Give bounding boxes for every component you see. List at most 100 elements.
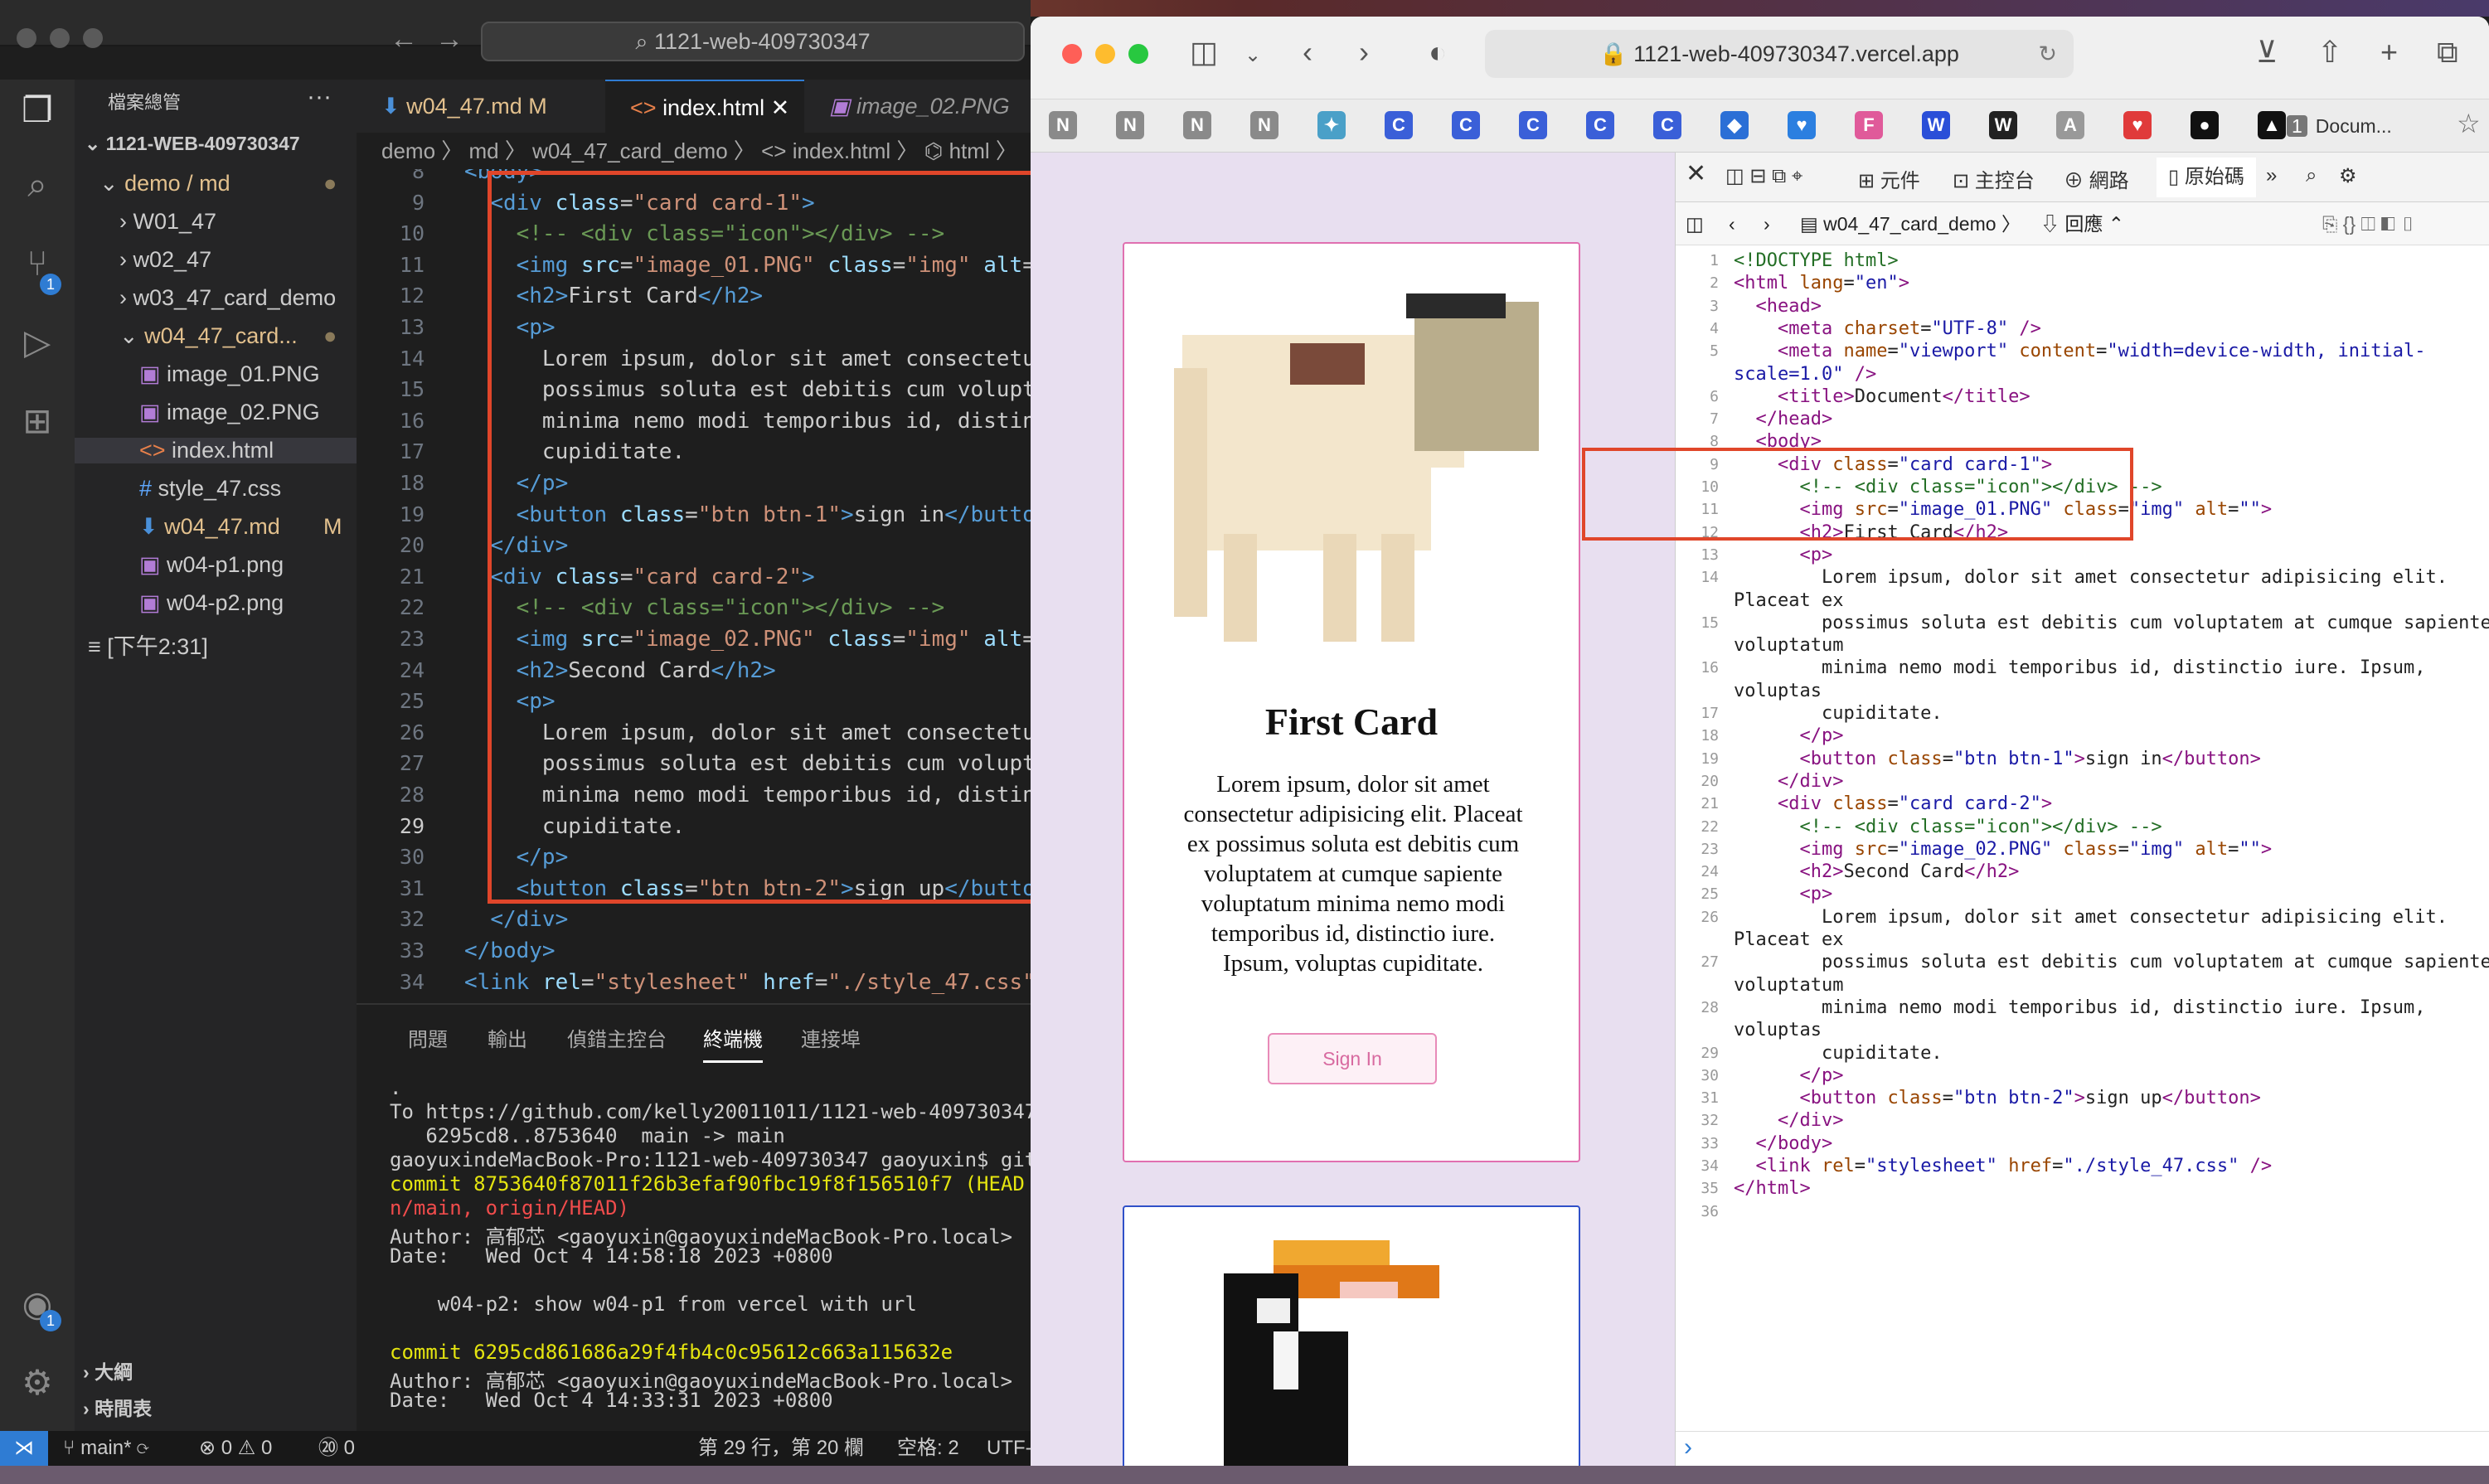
favorite-bookmark-icon[interactable]: N	[1116, 111, 1144, 139]
tab-elements[interactable]: ⊞ 元件	[1858, 164, 1920, 193]
minimize-window-button[interactable]	[50, 28, 70, 48]
favorite-bookmark-icon[interactable]: C	[1452, 111, 1480, 139]
zoom-window-button[interactable]	[1128, 44, 1148, 64]
timeline-section[interactable]: › 時間表	[83, 1393, 152, 1421]
settings-gear-icon[interactable]: ⚙	[2339, 164, 2357, 188]
favorite-bookmark-icon[interactable]: ◆	[1720, 111, 1749, 139]
source-line[interactable]: Placeat ex	[1734, 590, 1843, 611]
source-line[interactable]: voluptatum	[1734, 975, 1843, 996]
sidebar-icon[interactable]: ◫	[1190, 35, 1218, 70]
share-icon[interactable]: ⇧	[2317, 35, 2342, 70]
close-window-button[interactable]	[17, 28, 36, 48]
tab-ports[interactable]: 連接埠	[801, 1023, 861, 1052]
source-line[interactable]: voluptas	[1734, 1020, 1822, 1040]
source-line[interactable]: <button class="btn btn-2">sign up</butto…	[1734, 1088, 2260, 1108]
breadcrumb[interactable]: demo 〉 md 〉 w04_47_card_demo 〉 <> index.…	[381, 133, 1017, 169]
reload-icon[interactable]: ↻	[2038, 30, 2057, 78]
favorite-bookmark-icon[interactable]: C	[1519, 111, 1547, 139]
tab-debug-console[interactable]: 偵錯主控台	[567, 1023, 667, 1052]
close-inspector-icon[interactable]: ✕	[1686, 159, 1706, 188]
workspace-root[interactable]: ⌄ 1121-WEB-409730347	[85, 133, 300, 155]
source-line[interactable]: <head>	[1734, 296, 1822, 317]
settings-gear-icon[interactable]: ⚙	[15, 1360, 60, 1405]
source-line[interactable]: Lorem ipsum, dolor sit amet consectetur …	[1734, 907, 2448, 928]
source-line[interactable]: cupiditate.	[1734, 1043, 1943, 1064]
close-tab-icon[interactable]: ✕	[771, 95, 790, 120]
favorite-bookmark-icon[interactable]: N	[1049, 111, 1077, 139]
sidebar-item[interactable]: ▣ image_02.PNG	[139, 400, 320, 425]
source-line[interactable]: Lorem ipsum, dolor sit amet consectetur …	[1734, 567, 2448, 588]
source-line[interactable]: <!-- <div class="icon"></div> -->	[1734, 817, 2162, 837]
search-icon[interactable]: ⌕	[15, 162, 60, 207]
source-line[interactable]: </html>	[1734, 1178, 1811, 1199]
source-breadcrumb[interactable]: ▤ w04_47_card_demo 〉	[1800, 202, 2021, 245]
source-line[interactable]: <title>Document</title>	[1734, 386, 2030, 407]
favorite-bookmark-icon[interactable]: ✦	[1317, 111, 1346, 139]
back-arrow-icon[interactable]: ←	[390, 23, 418, 56]
favorite-bookmark-icon[interactable]: ▲	[2258, 111, 2286, 139]
sidebar-item[interactable]: <> index.html	[75, 438, 357, 463]
source-line[interactable]: Placeat ex	[1734, 929, 1843, 950]
sidebar-item[interactable]: › w03_47_card_demo	[119, 285, 336, 311]
outline-section[interactable]: › 大綱	[83, 1356, 133, 1385]
favorite-bookmark-icon[interactable]: ♥	[1788, 111, 1816, 139]
indentation-status[interactable]: 空格: 2	[897, 1431, 959, 1466]
dock-icons[interactable]: ◫ ⊟ ⧉ ⌖	[1725, 164, 1802, 188]
forward-arrow-icon[interactable]: ›	[1764, 202, 1770, 245]
source-line[interactable]: </p>	[1734, 1065, 1843, 1086]
source-line[interactable]: <meta name="viewport" content="width=dev…	[1734, 341, 2426, 361]
source-line[interactable]: minima nemo modi temporibus id, distinct…	[1734, 657, 2426, 678]
source-line[interactable]: scale=1.0" />	[1734, 364, 1876, 385]
extensions-icon[interactable]: ⊞	[15, 399, 60, 444]
source-line[interactable]: voluptatum	[1734, 635, 1843, 656]
source-line[interactable]: <p>	[1734, 545, 1832, 565]
source-line[interactable]: possimus soluta est debitis cum voluptat…	[1734, 613, 2489, 633]
sidebar-item[interactable]: ⬇ w04_47.md M	[139, 514, 342, 540]
ports-status[interactable]: ⑳ 0	[318, 1431, 355, 1466]
cursor-position[interactable]: 第 29 行，第 20 欄	[698, 1431, 864, 1466]
source-line[interactable]: </head>	[1734, 409, 1833, 429]
back-arrow-icon[interactable]: ‹	[1729, 202, 1735, 245]
run-debug-icon[interactable]: ▷	[15, 320, 60, 365]
favorite-bookmark-icon[interactable]: A	[2056, 111, 2084, 139]
new-tab-icon[interactable]: +	[2380, 35, 2398, 70]
browser-tab-document[interactable]: 1 Docum...	[2287, 108, 2436, 144]
problems-status[interactable]: ⊗ 0 ⚠ 0	[199, 1431, 272, 1466]
favorite-bookmark-icon[interactable]: ♥	[2123, 111, 2152, 139]
source-line[interactable]: <meta charset="UTF-8" />	[1734, 318, 2041, 339]
code-line[interactable]: </div>	[464, 907, 568, 932]
source-line[interactable]: voluptas	[1734, 681, 1822, 701]
tab-terminal[interactable]: 終端機	[703, 1023, 763, 1063]
explorer-icon[interactable]: ❐	[15, 88, 60, 133]
sidebar-item[interactable]: ⌄ w04_47_card... ●	[119, 323, 337, 349]
more-tabs-icon[interactable]: »	[2266, 164, 2277, 187]
address-bar[interactable]: 🔒 1121-web-409730347.vercel.app ↻	[1485, 30, 2074, 78]
forward-arrow-icon[interactable]: →	[435, 23, 463, 56]
forward-arrow-icon[interactable]: ›	[1359, 35, 1369, 70]
sidebar-item[interactable]: ▣ image_01.PNG	[139, 361, 320, 387]
source-line[interactable]: <img src="image_02.PNG" class="img" alt=…	[1734, 839, 2272, 860]
source-line[interactable]: minima nemo modi temporibus id, distinct…	[1734, 997, 2426, 1018]
tab-problems[interactable]: 問題	[408, 1023, 448, 1052]
back-arrow-icon[interactable]: ‹	[1303, 35, 1312, 70]
favorite-bookmark-icon[interactable]: C	[1586, 111, 1614, 139]
favorite-bookmark-icon[interactable]: C	[1653, 111, 1681, 139]
star-icon[interactable]: ☆	[2457, 108, 2481, 139]
zoom-window-button[interactable]	[83, 28, 103, 48]
source-line[interactable]: </body>	[1734, 1133, 1833, 1154]
tab-index-html[interactable]: <> index.html ✕	[605, 80, 804, 133]
source-line[interactable]: </p>	[1734, 725, 1843, 746]
close-window-button[interactable]	[1062, 44, 1082, 64]
tab-network[interactable]: ⊕ 網路	[2064, 164, 2129, 193]
command-center-search[interactable]: ⌕ 1121-web-409730347	[481, 22, 1025, 61]
tab-console[interactable]: ⊡ 主控台	[1953, 164, 2035, 193]
sidebar-item[interactable]: ▣ w04-p2.png	[139, 590, 284, 616]
console-prompt[interactable]: ›	[1676, 1431, 2489, 1466]
favorite-bookmark-icon[interactable]: C	[1385, 111, 1413, 139]
sidebar-item[interactable]: ⌄ demo / md ●	[99, 171, 337, 196]
chevron-down-icon[interactable]: ⌄	[1244, 43, 1261, 67]
page-source[interactable]: 1 <!DOCTYPE html> 2 <html lang="en"> 3 <head…	[1676, 245, 2489, 1431]
encoding-status[interactable]: UTF-	[987, 1431, 1032, 1466]
favorite-bookmark-icon[interactable]: N	[1183, 111, 1211, 139]
search-icon[interactable]: ⌕	[2306, 164, 2317, 187]
